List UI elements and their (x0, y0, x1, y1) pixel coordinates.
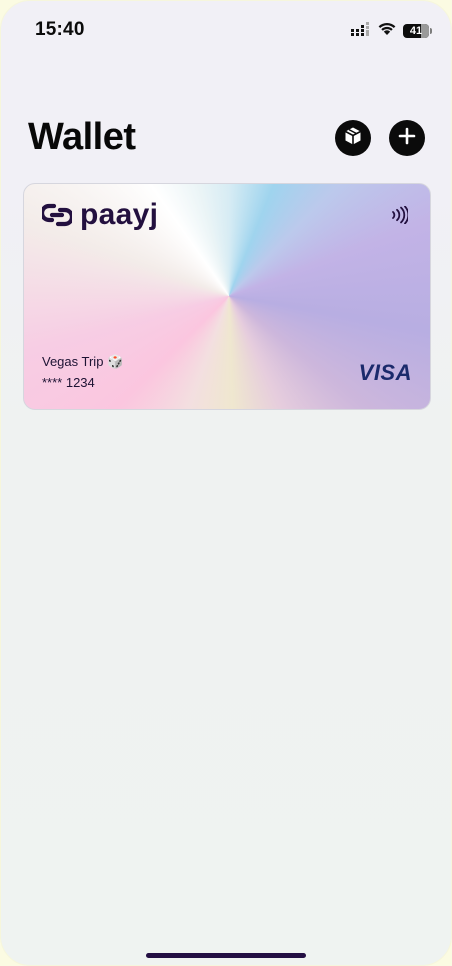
header: Wallet (1, 111, 451, 171)
card-brand-name: paayj (80, 197, 159, 231)
battery-level: 41 (409, 25, 423, 37)
card-brand-logo: paayj (39, 197, 159, 233)
cards-button[interactable] (335, 120, 371, 156)
battery-icon: 41 (403, 24, 432, 38)
wifi-icon (377, 21, 397, 41)
add-card-button[interactable] (389, 120, 425, 156)
plus-icon (398, 127, 416, 150)
home-indicator[interactable] (146, 953, 306, 958)
status-icons: 41 (351, 21, 432, 41)
status-time: 15:40 (35, 19, 85, 40)
card-number-masked: **** 1234 (42, 375, 95, 390)
battery-empty-portion (421, 24, 429, 38)
cube-icon (343, 126, 363, 151)
payment-card[interactable]: paayj Vegas Trip 🎲 **** 1234 VISA (23, 183, 431, 410)
cellular-signal-icon (351, 21, 371, 41)
contactless-icon (390, 205, 410, 229)
page-title: Wallet (28, 116, 136, 158)
card-network-logo: VISA (358, 360, 412, 385)
status-bar: 15:40 41 (1, 1, 451, 61)
brand-mark-icon (39, 202, 75, 233)
card-nickname: Vegas Trip 🎲 (42, 354, 124, 369)
wallet-screen: 15:40 41 Wallet paayj Vegas Trip 🎲 **** … (0, 0, 452, 966)
